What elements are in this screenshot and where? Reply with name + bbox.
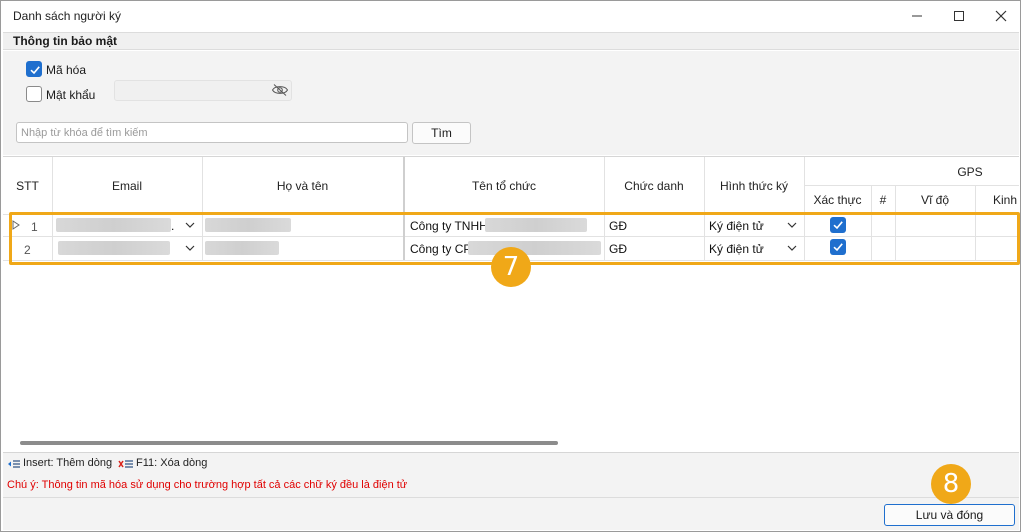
security-section-header: Thông tin bảo mật: [3, 32, 1019, 50]
col-header-stt[interactable]: STT: [3, 179, 52, 193]
encrypt-checkbox[interactable]: [26, 61, 42, 77]
col-header-verify[interactable]: Xác thực: [804, 193, 871, 207]
step-badge-8: 8: [931, 464, 971, 504]
step-badge-7: 7: [491, 247, 531, 287]
password-field[interactable]: [114, 80, 292, 101]
insert-row-icon: [8, 460, 20, 468]
signer-grid: STT Email Họ và tên Tên tổ chức Chức dan…: [3, 156, 1019, 436]
footer-separator: [3, 497, 1019, 498]
delete-row-icon: [118, 460, 133, 468]
col-header-position[interactable]: Chức danh: [604, 179, 704, 193]
check-icon: [30, 66, 40, 75]
maximize-button[interactable]: [936, 1, 982, 31]
eye-off-icon[interactable]: [271, 83, 289, 97]
col-header-org[interactable]: Tên tổ chức: [404, 179, 604, 193]
encryption-note: Chú ý: Thông tin mã hóa sử dụng cho trườ…: [7, 479, 408, 491]
col-header-email[interactable]: Email: [52, 179, 202, 193]
search-button[interactable]: Tìm: [412, 122, 471, 144]
window-title: Danh sách người ký: [13, 9, 121, 23]
col-header-hash[interactable]: #: [871, 193, 895, 207]
search-input[interactable]: [16, 122, 408, 143]
signer-list-dialog: Danh sách người ký Thông tin bảo mật Mã …: [0, 0, 1021, 532]
col-header-fullname[interactable]: Họ và tên: [202, 179, 403, 193]
maximize-icon: [954, 11, 964, 21]
title-bar: Danh sách người ký: [1, 1, 1020, 31]
encrypt-label: Mã hóa: [46, 63, 87, 77]
delete-hint: F11: Xóa dòng: [136, 457, 208, 469]
password-label: Mật khẩu: [46, 88, 96, 102]
gps-group-separator: [804, 185, 1019, 186]
security-section-title: Thông tin bảo mật: [13, 34, 117, 48]
minimize-icon: [912, 15, 922, 17]
password-checkbox[interactable]: [26, 86, 42, 102]
col-header-lng[interactable]: Kinh: [975, 193, 1021, 207]
save-and-close-button[interactable]: Lưu và đóng: [884, 504, 1015, 526]
close-icon: [995, 10, 1007, 22]
insert-hint: Insert: Thêm dòng: [23, 457, 113, 469]
col-header-gps: GPS: [957, 165, 983, 179]
close-button[interactable]: [978, 1, 1021, 31]
minimize-button[interactable]: [894, 1, 940, 31]
col-header-lat[interactable]: Vĩ độ: [895, 193, 975, 207]
horizontal-scrollbar[interactable]: [20, 441, 558, 445]
col-header-sign-type[interactable]: Hình thức ký: [704, 179, 804, 193]
